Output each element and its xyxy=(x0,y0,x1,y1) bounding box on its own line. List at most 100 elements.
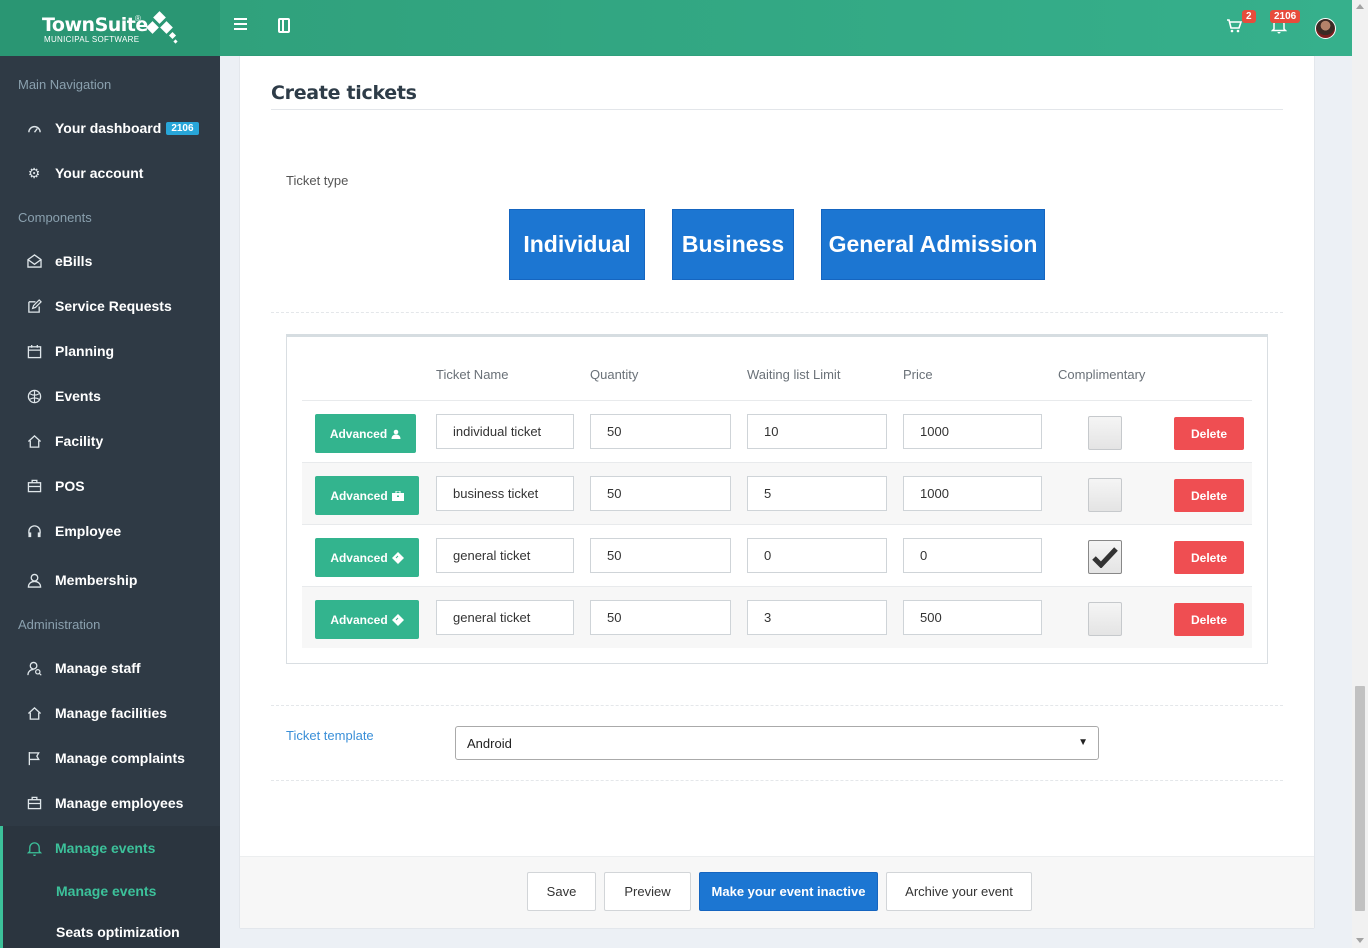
complimentary-checkbox[interactable] xyxy=(1088,478,1122,512)
sidebar-item-manage-events[interactable]: Manage events xyxy=(0,826,220,870)
page-scrollbar[interactable] xyxy=(1352,0,1368,948)
notification-count-badge: 2106 xyxy=(1270,10,1301,23)
delete-button[interactable]: Delete xyxy=(1174,479,1244,512)
delete-button[interactable]: Delete xyxy=(1174,541,1244,574)
advanced-button[interactable]: Advanced xyxy=(315,476,419,515)
top-navbar: TownSuite ® MUNICIPAL SOFTWARE 2 2106 xyxy=(0,0,1352,56)
sidebar-item-facility[interactable]: Facility xyxy=(0,421,220,461)
scroll-up-icon[interactable] xyxy=(1356,4,1364,9)
logo-title: TownSuite xyxy=(42,14,148,36)
sidebar-item-label: Events xyxy=(55,388,101,404)
caret-down-icon: ▼ xyxy=(1078,737,1088,748)
archive-event-button[interactable]: Archive your event xyxy=(886,872,1032,911)
sidebar-item-manage-employees[interactable]: Manage employees xyxy=(0,783,220,823)
quantity-input[interactable]: 50 xyxy=(590,538,731,573)
sidebar-item-manage-staff[interactable]: Manage staff xyxy=(0,648,220,688)
complimentary-checkbox[interactable] xyxy=(1088,540,1122,574)
calendar-icon xyxy=(25,342,43,360)
advanced-button-label: Advanced xyxy=(330,488,388,503)
sidebar-item-label: eBills xyxy=(55,253,93,269)
sidebar-item-label: Manage events xyxy=(55,840,156,856)
sidebar-item-label: Manage facilities xyxy=(55,705,168,721)
logo-mark-icon xyxy=(145,11,181,46)
ticket-name-input[interactable]: general ticket xyxy=(436,600,574,635)
sidebar-section-main: Main Navigation xyxy=(18,77,112,92)
complimentary-checkbox[interactable] xyxy=(1088,602,1122,636)
book-icon[interactable] xyxy=(278,18,290,33)
ticket-type-business-button[interactable]: Business xyxy=(672,209,794,280)
globe-icon xyxy=(25,387,43,405)
briefcase-icon xyxy=(391,490,404,501)
briefcase-icon xyxy=(25,794,43,812)
sidebar-item-events[interactable]: Events xyxy=(0,376,220,416)
save-button[interactable]: Save xyxy=(527,872,596,911)
ticket-type-general-admission-button[interactable]: General Admission xyxy=(821,209,1045,280)
flag-icon xyxy=(25,749,43,767)
sidebar-item-pos[interactable]: POS xyxy=(0,466,220,506)
sidebar-item-label: Manage staff xyxy=(55,660,141,676)
avatar[interactable] xyxy=(1315,18,1336,39)
menu-toggle-icon[interactable] xyxy=(234,18,248,32)
briefcase-icon xyxy=(25,477,43,495)
sidebar-item-planning[interactable]: Planning xyxy=(0,331,220,371)
cart-count-badge: 2 xyxy=(1242,10,1256,23)
envelope-open-icon xyxy=(25,252,43,270)
logo[interactable]: TownSuite ® MUNICIPAL SOFTWARE xyxy=(0,0,220,56)
ticket-template-value: Android xyxy=(467,735,512,751)
sidebar-item-membership[interactable]: Membership xyxy=(0,560,220,600)
column-header-price: Price xyxy=(903,367,933,382)
sidebar-item-label: Employee xyxy=(55,523,122,539)
sidebar-item-dashboard[interactable]: Your dashboard 2106 xyxy=(0,108,220,148)
advanced-button[interactable]: Advanced xyxy=(315,414,416,453)
price-input[interactable]: 500 xyxy=(903,600,1042,635)
sidebar-item-label: POS xyxy=(55,478,85,494)
sidebar-item-label: Your dashboard xyxy=(55,120,162,136)
checkmark-icon xyxy=(1092,547,1118,568)
quantity-input[interactable]: 50 xyxy=(590,600,731,635)
advanced-button[interactable]: Advanced xyxy=(315,600,419,639)
sidebar-item-service-requests[interactable]: Service Requests xyxy=(0,286,220,326)
scrollbar-thumb[interactable] xyxy=(1355,686,1365,911)
quantity-input[interactable]: 50 xyxy=(590,414,731,449)
advanced-button-label: Advanced xyxy=(330,612,388,627)
price-input[interactable]: 1000 xyxy=(903,476,1042,511)
advanced-button[interactable]: Advanced xyxy=(315,538,419,577)
section-divider xyxy=(271,312,1283,313)
make-event-inactive-button[interactable]: Make your event inactive xyxy=(699,872,878,911)
sidebar-item-manage-complaints[interactable]: Manage complaints xyxy=(0,738,220,778)
sidebar-item-ebills[interactable]: eBills xyxy=(0,241,220,281)
delete-button[interactable]: Delete xyxy=(1174,603,1244,636)
sidebar-item-label: Manage employees xyxy=(55,795,184,811)
gear-icon: ⚙ xyxy=(27,164,41,181)
sidebar-subitem-seats-optimization[interactable]: Seats optimization xyxy=(56,924,180,940)
ticket-name-input[interactable]: business ticket xyxy=(436,476,574,511)
sidebar-subitem-manage-events[interactable]: Manage events xyxy=(56,883,156,899)
column-header-complimentary: Complimentary xyxy=(1058,367,1146,382)
waiting-list-limit-input[interactable]: 0 xyxy=(747,538,887,573)
sidebar-item-manage-facilities[interactable]: Manage facilities xyxy=(0,693,220,733)
ticket-name-input[interactable]: general ticket xyxy=(436,538,574,573)
preview-button[interactable]: Preview xyxy=(604,872,691,911)
sidebar-item-account[interactable]: ⚙ Your account xyxy=(0,153,220,193)
complimentary-checkbox[interactable] xyxy=(1088,416,1122,450)
ticket-type-individual-button[interactable]: Individual xyxy=(509,209,645,280)
waiting-list-limit-input[interactable]: 3 xyxy=(747,600,887,635)
waiting-list-limit-input[interactable]: 10 xyxy=(747,414,887,449)
user-search-icon xyxy=(25,659,43,677)
ticket-type-label: Ticket type xyxy=(286,173,349,188)
sidebar-item-label: Manage complaints xyxy=(55,750,185,766)
delete-button[interactable]: Delete xyxy=(1174,417,1244,450)
quantity-input[interactable]: 50 xyxy=(590,476,731,511)
ticket-template-select[interactable]: Android ▼ xyxy=(455,726,1099,760)
logo-registered-mark: ® xyxy=(135,14,141,23)
sidebar-item-employee[interactable]: Employee xyxy=(0,511,220,551)
headset-icon xyxy=(25,522,43,540)
waiting-list-limit-input[interactable]: 5 xyxy=(747,476,887,511)
price-input[interactable]: 0 xyxy=(903,538,1042,573)
section-divider xyxy=(271,780,1283,781)
gauge-icon xyxy=(25,119,43,137)
price-input[interactable]: 1000 xyxy=(903,414,1042,449)
user-icon xyxy=(25,571,43,589)
ticket-name-input[interactable]: individual ticket xyxy=(436,414,574,449)
scroll-down-icon[interactable] xyxy=(1356,938,1364,943)
